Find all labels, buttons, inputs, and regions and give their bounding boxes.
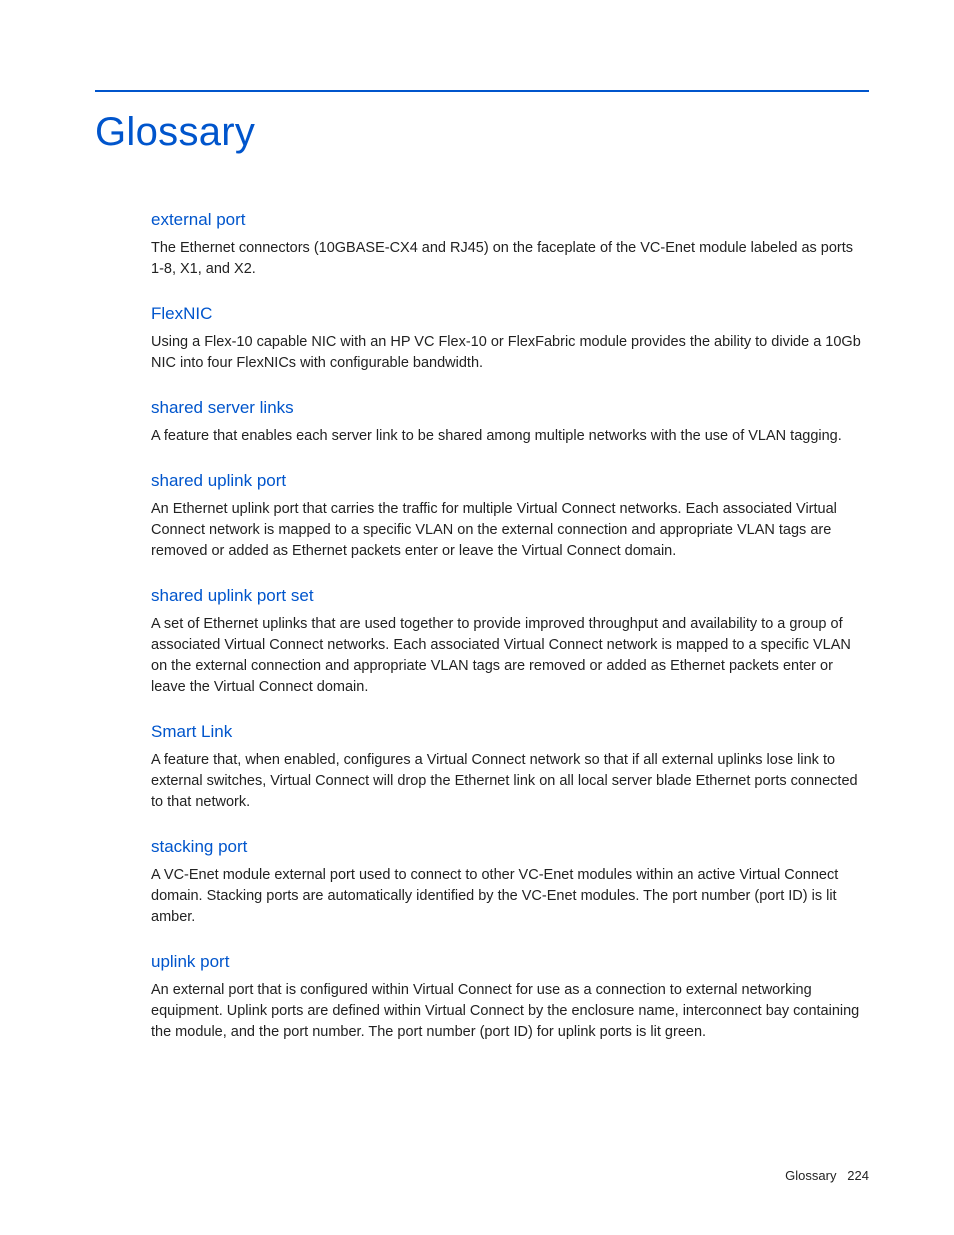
top-rule	[95, 90, 869, 92]
definition-stacking-port: A VC-Enet module external port used to c…	[151, 865, 869, 928]
page-footer: Glossary 224	[785, 1168, 869, 1183]
glossary-entry: external port The Ethernet connectors (1…	[151, 210, 869, 280]
footer-label: Glossary	[785, 1168, 836, 1183]
glossary-entry: Smart Link A feature that, when enabled,…	[151, 722, 869, 813]
glossary-entry: uplink port An external port that is con…	[151, 952, 869, 1043]
term-shared-server-links: shared server links	[151, 398, 869, 418]
definition-uplink-port: An external port that is configured with…	[151, 980, 869, 1043]
term-stacking-port: stacking port	[151, 837, 869, 857]
glossary-entry: shared server links A feature that enabl…	[151, 398, 869, 447]
term-smart-link: Smart Link	[151, 722, 869, 742]
definition-shared-uplink-port: An Ethernet uplink port that carries the…	[151, 499, 869, 562]
footer-page-number: 224	[847, 1168, 869, 1183]
glossary-content: external port The Ethernet connectors (1…	[151, 210, 869, 1043]
term-shared-uplink-port: shared uplink port	[151, 471, 869, 491]
glossary-entry: stacking port A VC-Enet module external …	[151, 837, 869, 928]
definition-shared-server-links: A feature that enables each server link …	[151, 426, 869, 447]
page-title: Glossary	[95, 110, 869, 155]
glossary-entry: FlexNIC Using a Flex-10 capable NIC with…	[151, 304, 869, 374]
term-uplink-port: uplink port	[151, 952, 869, 972]
definition-smart-link: A feature that, when enabled, configures…	[151, 750, 869, 813]
definition-flexnic: Using a Flex-10 capable NIC with an HP V…	[151, 332, 869, 374]
term-shared-uplink-port-set: shared uplink port set	[151, 586, 869, 606]
glossary-entry: shared uplink port set A set of Ethernet…	[151, 586, 869, 698]
term-external-port: external port	[151, 210, 869, 230]
glossary-entry: shared uplink port An Ethernet uplink po…	[151, 471, 869, 562]
definition-external-port: The Ethernet connectors (10GBASE-CX4 and…	[151, 238, 869, 280]
term-flexnic: FlexNIC	[151, 304, 869, 324]
definition-shared-uplink-port-set: A set of Ethernet uplinks that are used …	[151, 614, 869, 698]
